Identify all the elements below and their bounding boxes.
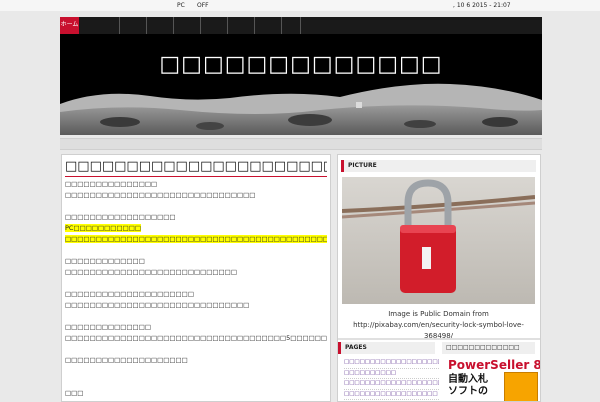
page-link[interactable]: □□□□□□□□□□□□□□□□□□ (344, 390, 439, 400)
pages-widget: PAGES □□□□□□□□□□□□□□□□□□□ □□□□□□□□□□ □□□… (338, 342, 439, 400)
post-line: □□□□□□□□□□□□□□□ (65, 180, 158, 188)
pc-label: PC (177, 2, 185, 9)
ad-subtitle-line-2: ソフトの (448, 386, 488, 397)
sidebar: PICTURE Image is Public Domain from http… (337, 154, 541, 402)
post-line-highlighted: PC□□□□□□□□□□□ (65, 224, 142, 232)
post-line (65, 278, 327, 289)
header-banner: □□□□□□□□□□□□□ (60, 34, 542, 135)
pages-widget-heading: PAGES (338, 342, 435, 354)
post-line (65, 344, 327, 355)
post-line: □□□□□□□□□□□□□□□□□□□□ (65, 356, 188, 364)
nav-item-5[interactable] (201, 17, 228, 34)
nav-item-3[interactable] (147, 17, 174, 34)
padlock-photo (342, 177, 535, 304)
main-navigation: ホーム (60, 17, 542, 34)
post-title[interactable]: □□□□□□□□□□□□□□□□□□□□□□□□□ (65, 159, 327, 177)
post-line (65, 311, 327, 322)
post-line: □□□□□□□□□□□□□□□□□□□□□□□□□□□□ (65, 268, 237, 276)
nav-home-button[interactable]: ホーム (60, 17, 79, 34)
ad-title: PowerSeller 8 (448, 358, 541, 372)
post-line: □□□□□□□□□□□□□□□□□□ (65, 213, 176, 221)
post-line: □□□ (65, 389, 84, 397)
post-line (65, 366, 327, 377)
post-body: □□□□□□□□□□□□□□□ □□□□□□□□□□□□□□□□□□□□□□□□… (65, 179, 327, 399)
pages-list: □□□□□□□□□□□□□□□□□□□ □□□□□□□□□□ □□□□□□□□□… (338, 358, 439, 400)
ad-subtitle-line-1: 自動入札 (448, 374, 488, 385)
nav-item-1[interactable] (79, 17, 120, 34)
nav-item-2[interactable] (120, 17, 147, 34)
post-line (65, 377, 327, 388)
ad-banner[interactable]: PowerSeller 8 自動入札 ソフトの (446, 358, 541, 401)
post-line (65, 245, 327, 256)
main-article: □□□□□□□□□□□□□□□□□□□□□ □□□□ □□□□□□□□□□□ □□□… (61, 154, 331, 402)
page-link[interactable]: □□□□□□□□□□ (344, 369, 439, 379)
nav-item-8[interactable] (282, 17, 301, 34)
header-divider-strip (60, 138, 542, 150)
software-box-icon (504, 372, 538, 401)
site-title[interactable]: □□□□□□□□□□□□□ (60, 52, 542, 77)
padlock-image (342, 177, 535, 304)
ad-widget-heading: □□□□□□□□□□□□□ (442, 342, 535, 354)
caption-line-1: Image is Public Domain from (388, 310, 489, 318)
page-link[interactable]: □□□□□□□□□□□□□□□□□□□ (344, 358, 439, 369)
nav-item-6[interactable] (228, 17, 255, 34)
moon-landscape-image (60, 34, 542, 135)
ad-subtitle: 自動入札 ソフトの (448, 374, 488, 398)
date-time: , 10 6 2015 - 21:07 (453, 2, 511, 9)
post-line: □□□□□□□□□□□□□□ (65, 323, 151, 331)
post-line: □□□□□□□□□□□□□□□□□□□□□□□□□□□□□□ (65, 301, 250, 309)
post-line: □□□□□□□□□□□□□□□□□□□□□□□□□□□□□□□ (65, 191, 256, 199)
ad-widget: □□□□□□□□□□□□□ PowerSeller 8 自動入札 ソフトの (442, 342, 540, 401)
post-line (65, 201, 327, 212)
nav-item-7[interactable] (255, 17, 282, 34)
sidebar-separator (338, 338, 540, 340)
pc-mode-toggle[interactable]: OFF (197, 2, 209, 9)
post-line: □□□□□□□□□□□□□ (65, 257, 145, 265)
top-status-bar: PC OFF , 10 6 2015 - 21:07 (0, 0, 600, 11)
post-line: □□□□□□□□□□□□□□□□□□□□□□□□□□□□□□□□□□□□5□□□… (65, 334, 327, 342)
picture-widget-heading: PICTURE (341, 160, 536, 172)
post-line: □□□□□□□□□□□□□□□□□□□□□ (65, 290, 194, 298)
nav-item-4[interactable] (174, 17, 201, 34)
page-link[interactable]: □□□□□□□□□□□□□□□□□□□ (344, 379, 439, 390)
post-line-highlighted: □□□□□□□□□□□□□□□□□□□□□□□□□□□□□□□□□□□□□□□□… (65, 234, 327, 245)
